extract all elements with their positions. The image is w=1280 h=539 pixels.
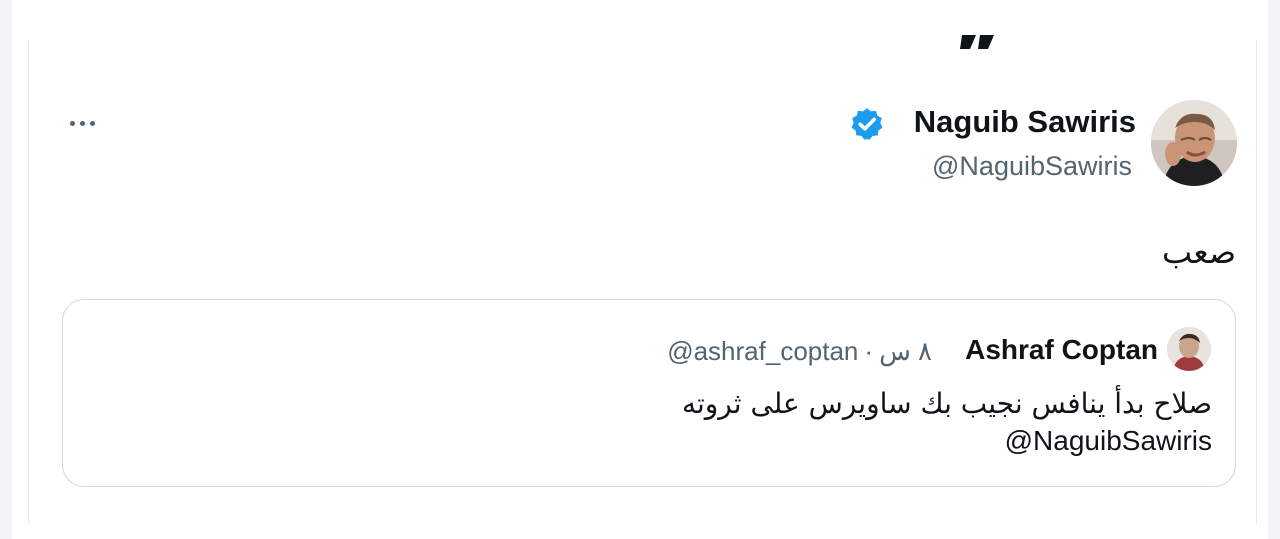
author-display-name[interactable]: Naguib Sawiris (896, 104, 1136, 140)
avatar-photo (1151, 100, 1237, 186)
tweet-text: صعب (1161, 233, 1236, 271)
tweet-screenshot: Naguib Sawiris @NaguibSawiris صعب Ashraf… (0, 0, 1280, 539)
author-handle[interactable]: @NaguibSawiris (856, 151, 1132, 182)
quoted-tweet-meta: @ashraf_coptan · ٨ س (560, 336, 932, 367)
more-horizontal-icon (89, 120, 95, 126)
meta-separator: · (864, 336, 874, 366)
quoted-author-avatar[interactable] (1167, 327, 1211, 371)
quoted-author-handle[interactable]: @ashraf_coptan (667, 336, 858, 366)
quoted-tweet-time[interactable]: ٨ س (879, 336, 932, 366)
quoted-author-display-name[interactable]: Ashraf Coptan (900, 334, 1158, 366)
quoted-tweet-text: صلاح بدأ ينافس نجيب بك ساويرس على ثروته (681, 387, 1212, 420)
timeline-border-left (28, 40, 29, 525)
quoted-avatar-photo (1167, 327, 1211, 371)
more-horizontal-icon (79, 120, 85, 126)
more-options-button[interactable] (62, 108, 102, 138)
timeline-border-right (1256, 40, 1257, 525)
quoted-tweet-mention-link[interactable]: @NaguibSawiris (800, 425, 1212, 457)
author-avatar[interactable] (1151, 100, 1237, 186)
left-margin (0, 0, 12, 539)
right-margin (1268, 0, 1280, 539)
more-horizontal-icon (69, 120, 75, 126)
verified-badge-icon (851, 108, 883, 140)
cropped-quote-mark-icon (960, 35, 994, 49)
